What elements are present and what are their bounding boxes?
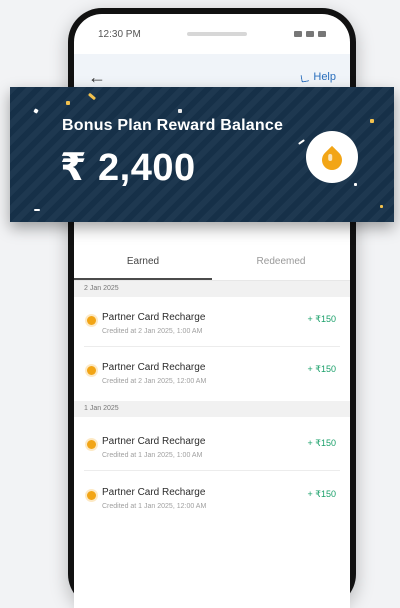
tab-redeemed[interactable]: Redeemed [212,252,350,280]
transaction-amount: + ₹150 [307,314,337,324]
confetti [370,119,374,123]
transaction-subtitle: Credited at 2 Jan 2025, 1:00 AM [102,328,203,335]
list-item[interactable]: Partner Card Recharge Credited at 1 Jan … [74,421,350,471]
transaction-title: Partner Card Recharge [102,312,206,323]
confetti [178,109,182,113]
signal-icon [294,31,302,37]
confetti [33,108,39,114]
confetti [380,205,383,208]
coin-icon [87,316,96,325]
status-bar: 12:30 PM [74,14,350,54]
phone-icon [300,73,309,82]
confetti [34,209,40,211]
transaction-amount: + ₹150 [307,438,337,448]
drop-coin-icon [306,131,358,183]
reward-balance-banner: Bonus Plan Reward Balance ₹ 2,400 [10,87,394,222]
drop-icon [317,145,347,175]
transaction-amount: + ₹150 [307,489,337,499]
confetti [298,139,305,145]
status-icons [294,31,326,37]
transaction-title: Partner Card Recharge [102,487,206,498]
status-time: 12:30 PM [98,28,141,40]
arrow-left-icon[interactable]: ← [88,67,106,88]
coin-icon [87,440,96,449]
transaction-subtitle: Credited at 1 Jan 2025, 1:00 AM [102,452,203,459]
transaction-title: Partner Card Recharge [102,362,206,373]
list-item[interactable]: Partner Card Recharge Credited at 1 Jan … [74,472,350,522]
transaction-amount: + ₹150 [307,364,337,374]
coin-icon [87,491,96,500]
wifi-icon [306,31,314,37]
banner-title: Bonus Plan Reward Balance [62,117,284,134]
transaction-subtitle: Credited at 1 Jan 2025, 12:00 AM [102,503,207,510]
transaction-title: Partner Card Recharge [102,436,206,447]
tab-earned[interactable]: Earned [74,252,212,280]
battery-icon [318,31,326,37]
list-item[interactable]: Partner Card Recharge Credited at 2 Jan … [74,297,350,347]
tab-bar: Earned Redeemed [74,252,350,280]
date-header: 1 Jan 2025 [74,401,350,417]
confetti [66,101,70,105]
notch [187,32,248,36]
reward-balance-amount: ₹ 2,400 [60,147,196,189]
coin-icon [87,366,96,375]
date-header: 2 Jan 2025 [74,281,350,297]
help-label: Help [313,71,336,83]
confetti [87,92,97,101]
help-button[interactable]: Help [300,71,336,83]
confetti [354,183,357,186]
list-item[interactable]: Partner Card Recharge Credited at 2 Jan … [74,347,350,397]
divider [84,470,340,471]
transaction-subtitle: Credited at 2 Jan 2025, 12:00 AM [102,378,207,385]
